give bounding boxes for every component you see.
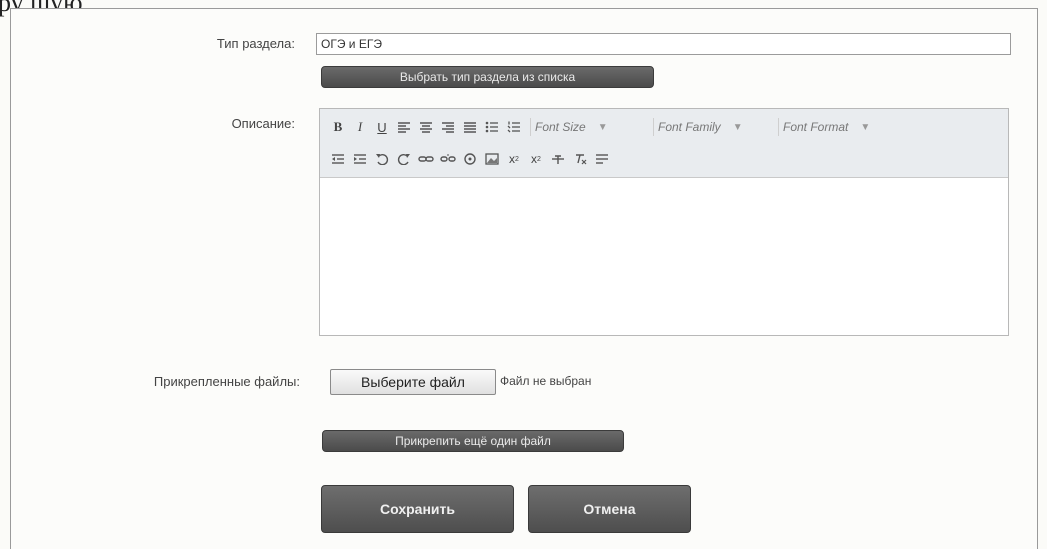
bullet-list-icon[interactable]	[482, 117, 502, 137]
file-status-text: Файл не выбран	[500, 374, 592, 388]
choose-section-type-button[interactable]: Выбрать тип раздела из списка	[321, 66, 654, 88]
italic-button[interactable]: I	[350, 117, 370, 137]
font-format-select-label: Font Format	[783, 120, 849, 134]
description-label: Описание:	[231, 116, 295, 131]
unlink-icon[interactable]	[438, 149, 458, 169]
strikethrough-icon[interactable]	[548, 149, 568, 169]
cancel-button[interactable]: Отмена	[528, 485, 691, 533]
underline-button[interactable]: U	[372, 117, 392, 137]
bold-button[interactable]: B	[328, 117, 348, 137]
chevron-down-icon: ▼	[860, 121, 871, 133]
font-size-select[interactable]: Font Size ▼	[530, 118, 649, 136]
toolbar-row-1: B I U Font Size ▼ Font Family ▼ Font For…	[328, 117, 905, 137]
superscript-icon[interactable]: x2	[526, 149, 546, 169]
font-family-select-label: Font Family	[658, 120, 721, 134]
outdent-icon[interactable]	[328, 149, 348, 169]
align-left-icon[interactable]	[394, 117, 414, 137]
anchor-icon[interactable]	[460, 149, 480, 169]
redo-icon[interactable]	[394, 149, 414, 169]
rich-text-editor: B I U Font Size ▼ Font Family ▼ Font For…	[319, 108, 1009, 336]
editor-toolbar: B I U Font Size ▼ Font Family ▼ Font For…	[320, 109, 1008, 178]
save-button[interactable]: Сохранить	[321, 485, 514, 533]
align-justify-icon[interactable]	[460, 117, 480, 137]
chevron-down-icon: ▼	[732, 121, 743, 133]
undo-icon[interactable]	[372, 149, 392, 169]
choose-file-button[interactable]: Выберите файл	[330, 369, 496, 395]
attach-another-file-button[interactable]: Прикрепить ещё один файл	[322, 430, 624, 452]
align-right-icon[interactable]	[438, 117, 458, 137]
horizontal-rule-icon[interactable]	[592, 149, 612, 169]
section-type-label: Тип раздела:	[216, 36, 295, 51]
chevron-down-icon: ▼	[597, 121, 608, 133]
indent-icon[interactable]	[350, 149, 370, 169]
remove-format-icon[interactable]	[570, 149, 590, 169]
align-center-icon[interactable]	[416, 117, 436, 137]
editor-content-area[interactable]	[320, 178, 1008, 335]
image-icon[interactable]	[482, 149, 502, 169]
font-format-select[interactable]: Font Format ▼	[778, 118, 905, 136]
subscript-icon[interactable]: x2	[504, 149, 524, 169]
numbered-list-icon[interactable]	[504, 117, 524, 137]
link-icon[interactable]	[416, 149, 436, 169]
font-size-select-label: Font Size	[535, 120, 586, 134]
section-type-input[interactable]	[316, 33, 1011, 55]
toolbar-row-2: x2 x2	[328, 149, 614, 169]
attached-files-label: Прикрепленные файлы:	[153, 374, 300, 389]
font-family-select[interactable]: Font Family ▼	[653, 118, 774, 136]
